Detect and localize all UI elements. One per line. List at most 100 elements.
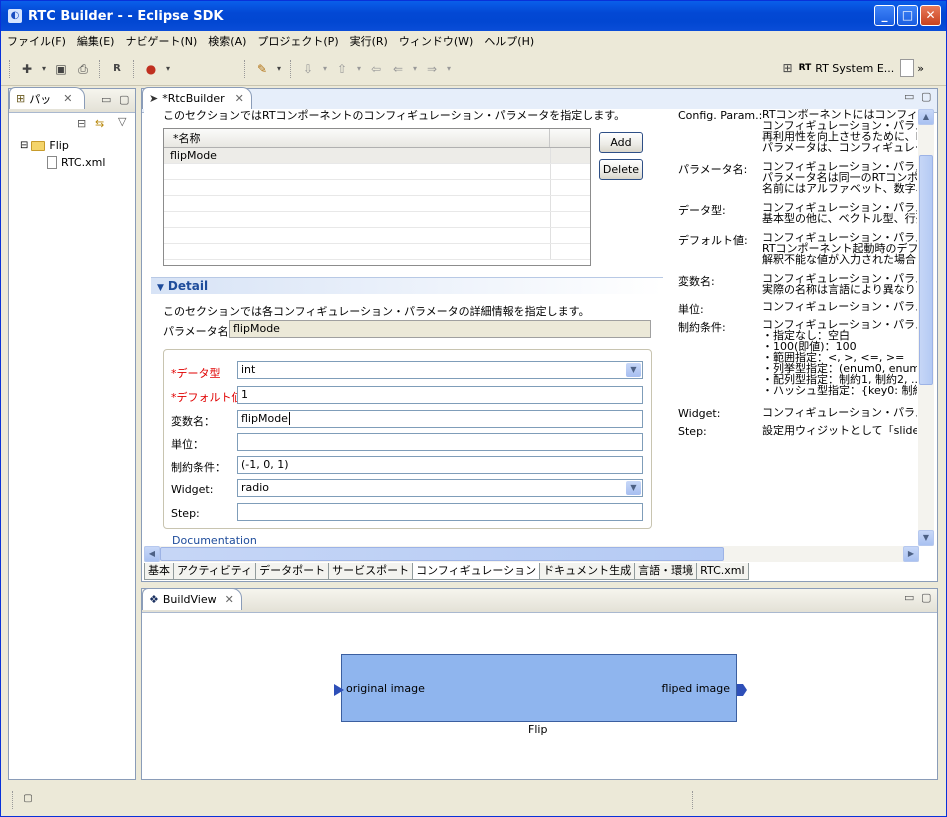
config-param-table[interactable]: *名称 flipMode [163, 128, 591, 266]
menu-file[interactable]: ファイル(F) [7, 33, 66, 49]
open-perspective-icon[interactable]: ⊞ [779, 59, 797, 77]
constraint-field[interactable]: (-1, 0, 1) [237, 456, 643, 474]
tab-build-view[interactable]: ❖ BuildView ✕ [142, 588, 242, 610]
vertical-scroll-thumb[interactable] [919, 155, 933, 385]
build-view-icon: ❖ [149, 593, 159, 606]
scroll-down-icon[interactable]: ▼ [918, 530, 934, 546]
unit-field[interactable] [237, 433, 643, 451]
tab-configuration[interactable]: コンフィギュレーション [412, 563, 541, 580]
forward-icon[interactable]: ⇒ [423, 60, 441, 78]
default-value-field[interactable]: 1 [237, 386, 643, 404]
tab-activity[interactable]: アクティビティ [173, 563, 257, 580]
menu-navigate[interactable]: ナビゲート(N) [125, 33, 197, 49]
close-button[interactable]: ✕ [920, 5, 941, 26]
delete-button[interactable]: Delete [599, 159, 643, 180]
table-row[interactable] [164, 164, 590, 180]
tab-service-port[interactable]: サービスポート [328, 563, 414, 580]
package-explorer-panel [8, 88, 136, 780]
horizontal-scroll-thumb[interactable] [160, 547, 724, 561]
prev-annotation-icon[interactable]: ⇧ [333, 60, 351, 78]
next-annotation-icon[interactable]: ⇩ [299, 60, 317, 78]
menu-project[interactable]: プロジェクト(P) [257, 33, 338, 49]
close-icon[interactable]: ✕ [235, 92, 244, 105]
collapse-all-icon[interactable]: ⊟ [77, 117, 86, 130]
last-edit-icon[interactable]: ⇦ [367, 60, 385, 78]
detail-title: Detail [167, 279, 209, 293]
scroll-right-icon[interactable]: ▶ [903, 546, 919, 562]
rt-component-flip[interactable]: original image fliped image [334, 654, 747, 722]
tab-language-env[interactable]: 言語・環境 [634, 563, 698, 580]
maximize-view-icon[interactable]: ▢ [921, 591, 931, 604]
tab-rtcbuilder-editor[interactable]: ➤ *RtcBuilder ✕ [142, 87, 252, 109]
scroll-up-icon[interactable]: ▲ [918, 109, 934, 125]
new-icon[interactable]: ✚ [18, 60, 36, 78]
minimize-button[interactable]: _ [874, 5, 895, 26]
expand-icon[interactable]: ⊟ [20, 140, 28, 151]
chevron-down-icon[interactable]: ▼ [626, 481, 641, 495]
save-icon[interactable]: ▣ [52, 60, 70, 78]
menu-help[interactable]: ヘルプ(H) [484, 33, 534, 49]
step-field[interactable] [237, 503, 643, 521]
more-perspectives-chevron[interactable]: » [917, 62, 924, 75]
tab-documentation[interactable]: ドキュメント生成 [539, 563, 636, 580]
back-dropdown-icon[interactable]: ▾ [411, 60, 419, 78]
menu-search[interactable]: 検索(A) [208, 33, 246, 49]
variable-name-field[interactable]: flipMode [237, 410, 643, 428]
maximize-button[interactable]: □ [897, 5, 918, 26]
menu-run[interactable]: 実行(R) [350, 33, 388, 49]
tree-label: Flip [49, 139, 69, 152]
scroll-left-icon[interactable]: ◀ [144, 546, 160, 562]
menu-window[interactable]: ウィンドウ(W) [399, 33, 473, 49]
rt-builder-icon[interactable]: R [108, 60, 126, 78]
link-editor-icon[interactable]: ⇆ [95, 117, 104, 130]
table-row[interactable] [164, 196, 590, 212]
tab-data-port[interactable]: データポート [255, 563, 330, 580]
perspective-bar-handle[interactable] [900, 59, 915, 77]
pencil-dropdown-icon[interactable]: ▾ [275, 60, 283, 78]
tab-basic[interactable]: 基本 [144, 563, 174, 580]
perspective-switcher[interactable]: ⊞ RT RT System E... » [777, 59, 924, 77]
editor-horizontal-scrollbar[interactable]: ◀ ▶ [144, 546, 919, 562]
forward-dropdown-icon[interactable]: ▾ [445, 60, 453, 78]
print-icon[interactable]: ⎙ [74, 60, 92, 78]
pencil-icon[interactable]: ✎ [253, 60, 271, 78]
table-row[interactable] [164, 228, 590, 244]
tree-item-flip[interactable]: ⊟ Flip [20, 137, 105, 154]
collapse-arrow-icon[interactable]: ▼ [157, 283, 164, 293]
param-name-field: flipMode [229, 320, 651, 338]
table-row[interactable]: flipMode [164, 148, 590, 164]
editor-vertical-scrollbar[interactable]: ▲ ▼ [918, 109, 934, 546]
data-type-combo[interactable]: int ▼ [237, 361, 643, 379]
close-icon[interactable]: ✕ [63, 92, 72, 105]
perspective-label[interactable]: RT System E... [815, 62, 894, 75]
chevron-down-icon[interactable]: ▼ [626, 363, 641, 377]
tree-item-rtc-xml[interactable]: RTC.xml [20, 154, 105, 171]
view-menu-icon[interactable]: ▽ [118, 115, 126, 128]
new-dropdown-icon[interactable]: ▾ [40, 60, 48, 78]
widget-combo[interactable]: radio ▼ [237, 479, 643, 497]
minimize-view-icon[interactable]: ▭ [904, 591, 914, 604]
unit-label: 単位： [171, 438, 204, 451]
next-dropdown-icon[interactable]: ▾ [321, 60, 329, 78]
prev-dropdown-icon[interactable]: ▾ [355, 60, 363, 78]
minimize-view-icon[interactable]: ▭ [101, 93, 111, 106]
maximize-view-icon[interactable]: ▢ [921, 90, 931, 103]
add-button[interactable]: Add [599, 132, 643, 153]
table-row[interactable] [164, 212, 590, 228]
detail-section-header[interactable]: ▼ Detail [151, 277, 663, 294]
fast-view-icon[interactable]: ▢ [19, 790, 37, 808]
minimize-view-icon[interactable]: ▭ [904, 90, 914, 103]
close-icon[interactable]: ✕ [225, 593, 234, 606]
title-bar[interactable]: ◐ RTC Builder - - Eclipse SDK _ □ ✕ [1, 1, 946, 31]
run-dropdown-icon[interactable]: ▾ [164, 60, 172, 78]
table-row[interactable] [164, 244, 590, 260]
maximize-view-icon[interactable]: ▢ [119, 93, 129, 106]
table-row[interactable] [164, 180, 590, 196]
column-header-name[interactable]: *名称 [164, 129, 551, 147]
toolbar-grip[interactable] [9, 59, 11, 78]
tab-package-explorer[interactable]: ⊞ パッ ✕ [9, 87, 85, 109]
tab-rtc-xml[interactable]: RTC.xml [696, 563, 749, 580]
run-icon[interactable]: ● [142, 60, 160, 78]
menu-edit[interactable]: 編集(E) [77, 33, 115, 49]
back-icon[interactable]: ⇐ [389, 60, 407, 78]
